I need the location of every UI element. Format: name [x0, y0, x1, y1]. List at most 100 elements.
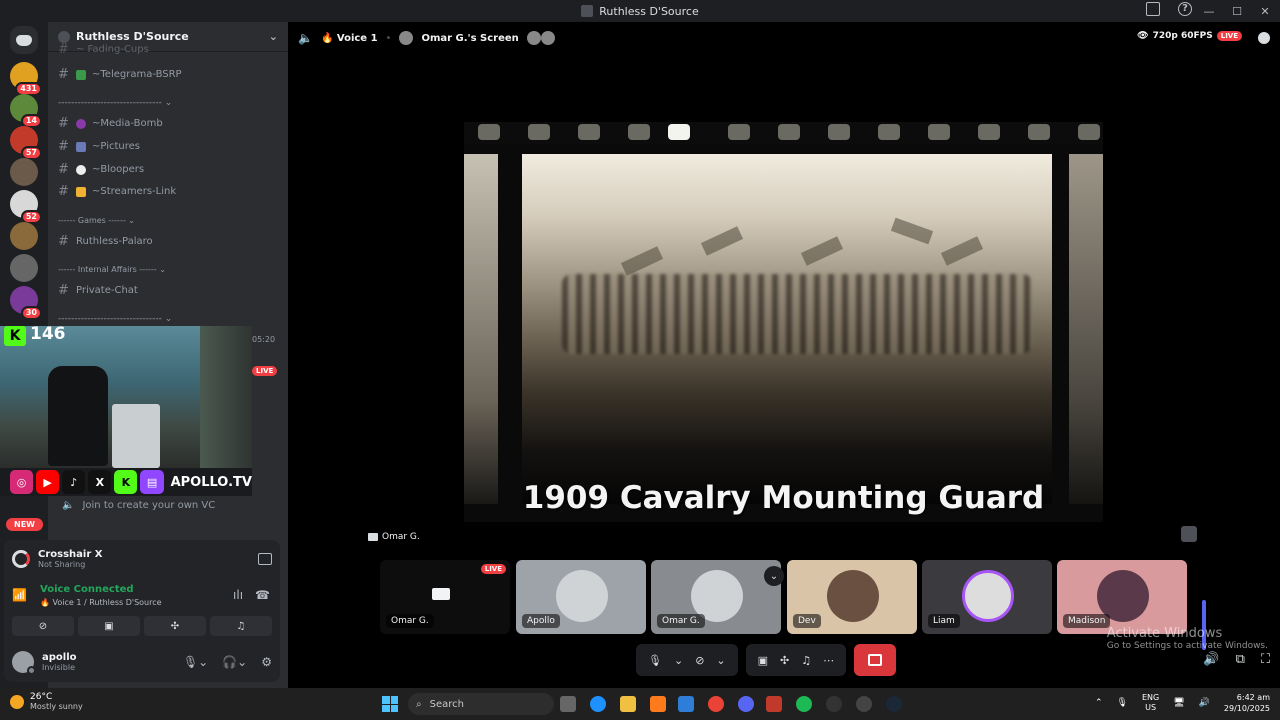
join-vc-channel[interactable]: 🔈 Join to create your own VC	[62, 500, 215, 511]
camera-off-button[interactable]: ⊘	[12, 616, 74, 636]
edge-icon[interactable]	[590, 696, 606, 712]
radiator-image	[112, 404, 160, 468]
channel-item[interactable]: # ~Media-Bomb	[58, 116, 163, 131]
discord-home-button[interactable]	[10, 26, 38, 54]
server-icon[interactable]: 14	[10, 94, 42, 128]
app-icon[interactable]	[766, 696, 782, 712]
social-links-bar: ◎ ▶ ♪ X K ▤ APOLLO.TV	[0, 468, 252, 496]
chat-bubble-icon[interactable]	[1258, 32, 1270, 44]
settings-gear-icon[interactable]: ⚙	[261, 655, 272, 669]
spotify-icon[interactable]	[796, 696, 812, 712]
windows-start-button[interactable]	[382, 696, 398, 712]
obs-icon[interactable]	[826, 696, 842, 712]
share-screen-icon[interactable]: ▣	[758, 654, 768, 667]
activities-button[interactable]: ✣	[144, 616, 206, 636]
soundboard-button[interactable]: ♫	[210, 616, 272, 636]
avatar[interactable]	[12, 651, 36, 675]
hash-icon: #	[58, 283, 69, 298]
category-divider[interactable]: -------------------------------- ⌄	[58, 98, 172, 108]
microphone-icon[interactable]: 🎙⌄	[183, 655, 208, 669]
microphone-icon[interactable]: 🎙	[648, 654, 662, 667]
steam-icon[interactable]	[886, 696, 902, 712]
app-icon[interactable]	[678, 696, 694, 712]
chevron-down-icon[interactable]: ⌄	[674, 654, 683, 667]
signal-icon[interactable]: 📶	[12, 588, 30, 606]
channel-label: Private-Chat	[76, 285, 138, 296]
network-icon[interactable]: 🖥	[1173, 698, 1184, 708]
server-icon[interactable]: 30	[10, 286, 42, 320]
clock[interactable]: 6:42 am 29/10/2025	[1224, 692, 1270, 714]
voice-status[interactable]: Voice Connected	[40, 584, 134, 595]
taskbar-search[interactable]: ⌕ Search	[408, 693, 554, 715]
server-icon[interactable]	[10, 254, 38, 282]
channel-item[interactable]: # ~Telegrama-BSRP	[58, 67, 182, 82]
voice-location[interactable]: 🔥 Voice 1 / Ruthless D'Source	[40, 598, 162, 607]
app-icon[interactable]	[650, 696, 666, 712]
channel-item[interactable]: # Ruthless-Palaro	[58, 234, 153, 249]
collapse-tiles-button[interactable]: ⌄	[764, 566, 784, 586]
username[interactable]: apollo	[42, 652, 77, 663]
shared-screen-video[interactable]: 1909 Cavalry Mounting Guard	[464, 122, 1103, 522]
server-icon[interactable]: 57	[10, 126, 42, 160]
bomb-emoji-icon	[76, 118, 86, 129]
share-activity-button[interactable]	[258, 553, 272, 565]
category-internal-affairs[interactable]: ------ Internal Affairs ------ ⌄	[58, 265, 166, 274]
channel-item[interactable]: # ~Streamers-Link	[58, 184, 176, 199]
participant-tile[interactable]: Omar G.	[651, 560, 781, 634]
task-view-icon[interactable]	[560, 696, 576, 712]
inbox-icon[interactable]	[1146, 2, 1160, 16]
camera-off-icon[interactable]: ⊘	[695, 654, 704, 667]
volume-tray-icon[interactable]: 🔊	[1199, 698, 1210, 708]
file-explorer-icon[interactable]	[620, 696, 636, 712]
server-icon[interactable]: 52	[10, 190, 42, 224]
microphone-tray-icon[interactable]: 🎙	[1117, 698, 1128, 708]
voice-channel-name[interactable]: 🔥 Voice 1	[321, 33, 378, 44]
weather-widget[interactable]: 26°C Mostly sunny	[10, 692, 83, 711]
stream-settings-icon[interactable]	[1181, 526, 1197, 542]
discord-icon[interactable]	[738, 696, 754, 712]
guild-icon	[58, 30, 70, 43]
activities-icon[interactable]: ✣	[780, 654, 789, 667]
live-badge: LIVE	[252, 366, 278, 376]
maximize-button[interactable]: ☐	[1228, 5, 1246, 18]
channel-item[interactable]: # ~Pictures	[58, 139, 140, 154]
viewer-avatar	[540, 31, 555, 45]
close-button[interactable]: ✕	[1256, 5, 1274, 18]
channel-item[interactable]: # ~ Fading-Cups	[58, 42, 149, 57]
chevron-up-icon[interactable]: ⌃	[1095, 698, 1103, 708]
language-indicator[interactable]: ENG US	[1142, 693, 1159, 713]
chrome-icon[interactable]	[708, 696, 724, 712]
category-divider[interactable]: -------------------------------- ⌄	[58, 314, 172, 324]
channel-item[interactable]: # ~Bloopers	[58, 162, 144, 177]
more-options-icon[interactable]: ⋯	[823, 654, 834, 667]
participant-tile[interactable]: Liam	[922, 560, 1052, 634]
volume-icon[interactable]: 🔊	[1203, 652, 1219, 667]
stop-streaming-button[interactable]	[854, 644, 897, 676]
fullscreen-icon[interactable]: ⛶	[1261, 652, 1270, 667]
help-icon[interactable]: ?	[1178, 2, 1192, 16]
status-indicator	[27, 666, 36, 675]
app-icon[interactable]	[856, 696, 872, 712]
share-screen-button[interactable]: ▣	[78, 616, 140, 636]
server-icon[interactable]: 431	[10, 62, 42, 96]
soundboard-icon[interactable]: ♫	[801, 654, 811, 667]
category-games[interactable]: ------ Games ------ ⌄	[58, 216, 135, 225]
pop-out-icon[interactable]: ⧉	[1236, 652, 1245, 667]
chevron-down-icon[interactable]: ⌄	[716, 654, 725, 667]
server-icon[interactable]	[10, 158, 38, 186]
server-icon[interactable]	[10, 222, 38, 250]
participant-tile[interactable]: Madison	[1057, 560, 1187, 634]
noise-suppression-icon[interactable]: ılı	[233, 588, 243, 602]
crosshair-icon	[12, 550, 30, 568]
chevron-down-icon: ⌄	[268, 30, 278, 43]
screen-share-icon	[368, 533, 378, 541]
headphones-icon[interactable]: 🎧⌄	[222, 655, 247, 669]
disconnect-icon[interactable]: ☎	[255, 588, 270, 602]
channel-label: ~Media-Bomb	[92, 118, 163, 129]
stream-timer: 05:20	[252, 335, 276, 344]
participant-tile[interactable]: Dev	[787, 560, 917, 634]
participant-tile[interactable]: Apollo	[516, 560, 646, 634]
participant-tile[interactable]: LIVE Omar G.	[380, 560, 510, 634]
channel-item[interactable]: # Private-Chat	[58, 283, 138, 298]
minimize-button[interactable]: —	[1200, 5, 1218, 18]
